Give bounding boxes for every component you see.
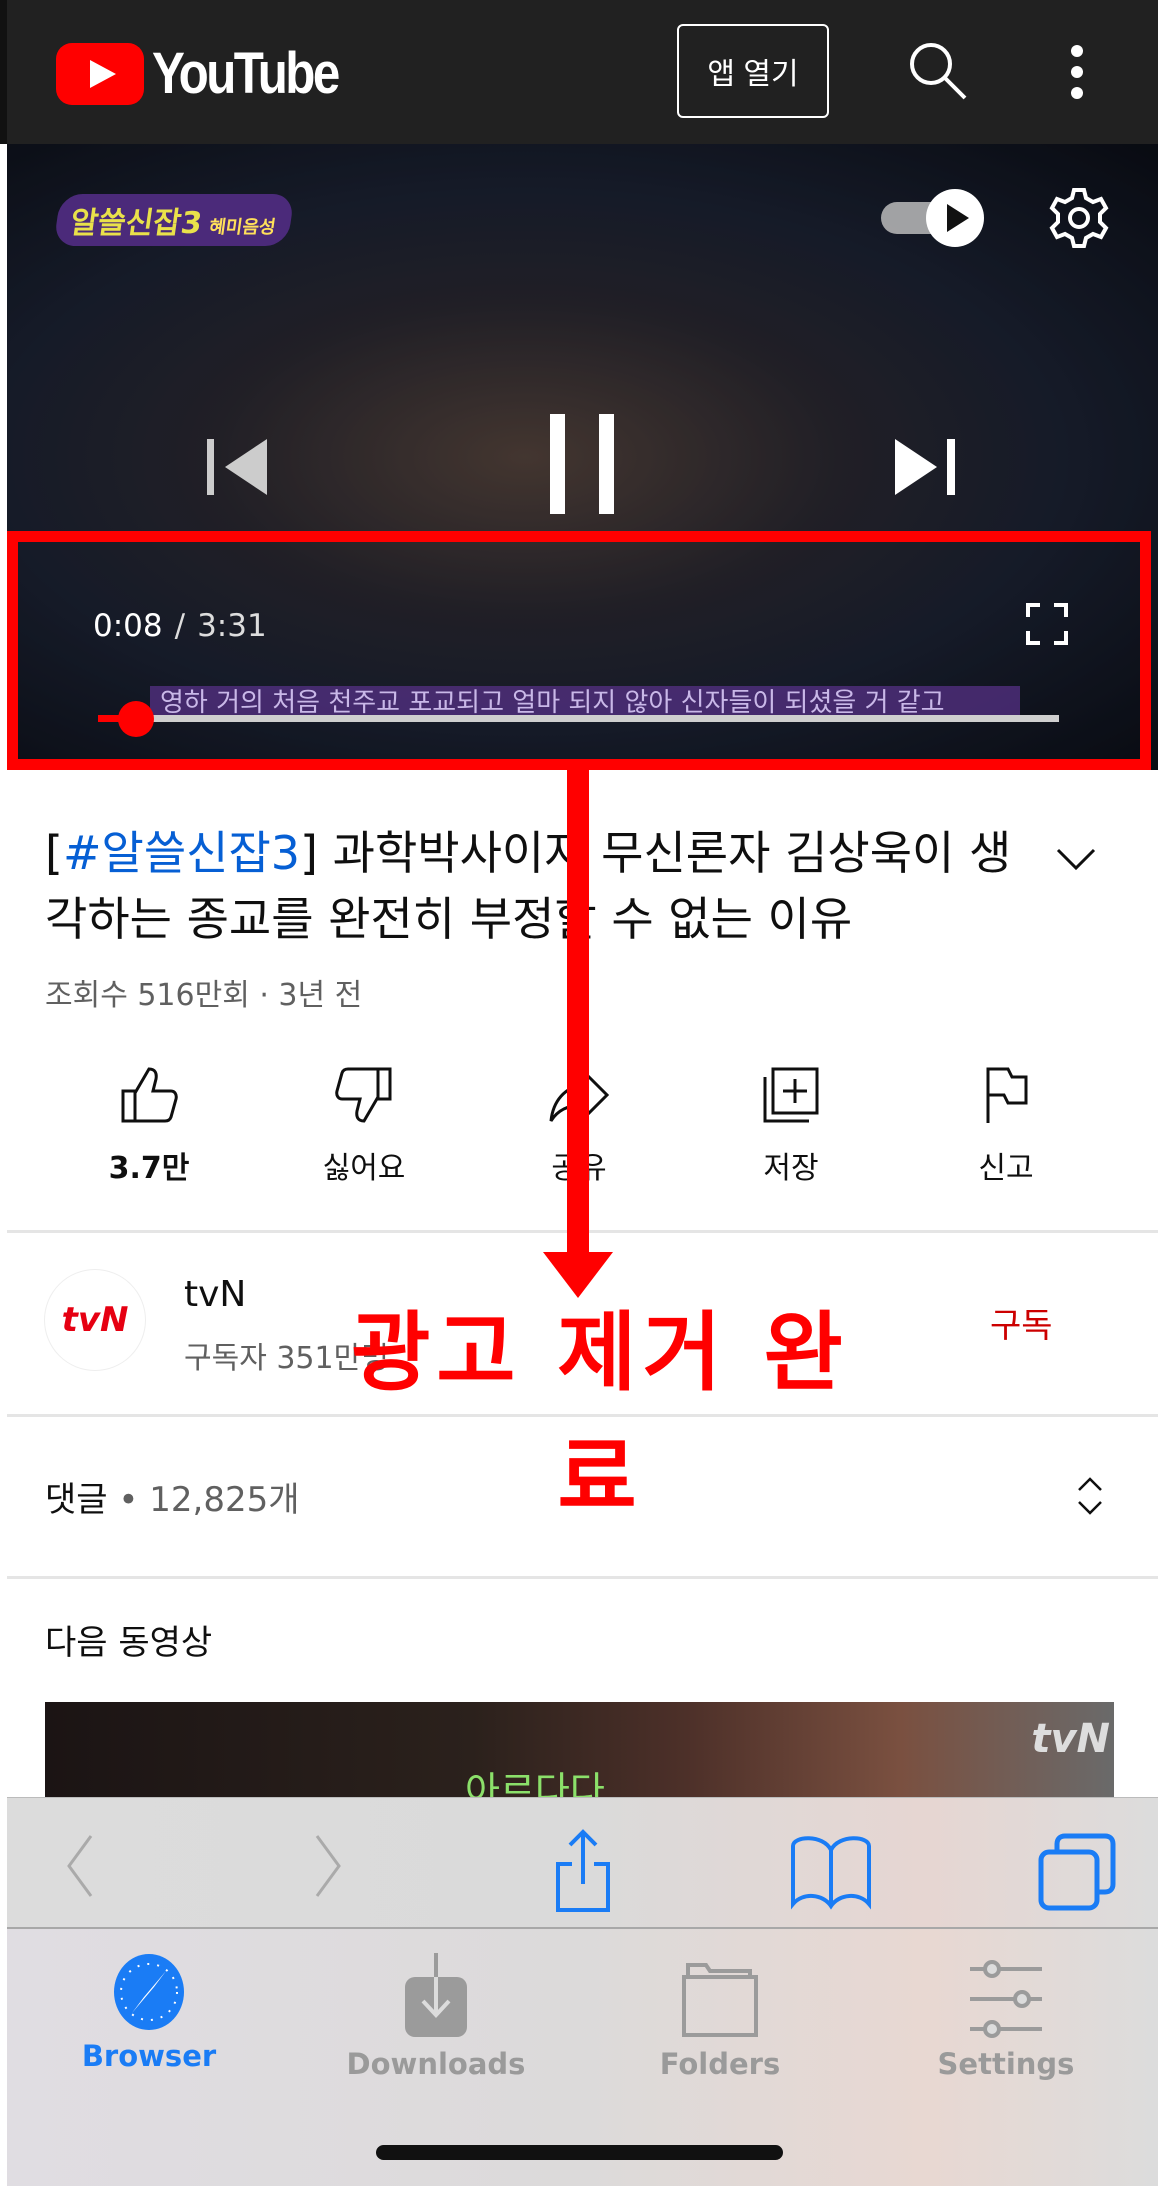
- autoplay-toggle-icon[interactable]: [877, 188, 987, 248]
- thumbnail-watermark: tvN: [1031, 1716, 1110, 1762]
- open-app-button[interactable]: 앱 열기: [677, 24, 829, 118]
- tab-label: Settings: [937, 2047, 1075, 2081]
- tab-label: Downloads: [346, 2047, 526, 2081]
- annotation-arrow-shaft: [567, 770, 589, 1260]
- youtube-play-logo-icon: [56, 42, 144, 105]
- comments-section[interactable]: 댓글 • 12,825개: [45, 1472, 300, 1521]
- channel-name[interactable]: tvN: [184, 1274, 246, 1315]
- channel-program-badge: 알쓸신잡3 혜미음성: [53, 194, 295, 246]
- tab-folders[interactable]: Folders: [620, 1953, 820, 2081]
- folder-icon: [682, 1963, 758, 2037]
- divider: [7, 1576, 1158, 1579]
- download-icon: [405, 1953, 467, 2037]
- tab-label: Browser: [81, 2039, 217, 2073]
- bookmarks-icon[interactable]: [789, 1834, 873, 1910]
- dislike-label: 싫어요: [322, 1151, 406, 1186]
- tab-settings[interactable]: Settings: [906, 1953, 1106, 2081]
- sliders-icon: [970, 1960, 1042, 2038]
- report-label: 신고: [978, 1151, 1034, 1186]
- annotation-highlight-box: [7, 531, 1151, 770]
- back-icon[interactable]: [65, 1832, 95, 1900]
- tabs-icon[interactable]: [1037, 1832, 1117, 1912]
- search-icon[interactable]: [907, 40, 969, 102]
- home-indicator: [376, 2145, 783, 2160]
- share-icon[interactable]: [552, 1828, 616, 1914]
- thumbs-up-icon: [121, 1067, 178, 1123]
- up-next-heading: 다음 동영상: [45, 1623, 213, 1663]
- badge-title: 알쓸신잡3: [68, 206, 205, 241]
- tab-downloads[interactable]: Downloads: [336, 1953, 536, 2081]
- app-tab-bar: Browser Downloads Folders Settings: [7, 1929, 1158, 2186]
- previous-icon[interactable]: [205, 437, 275, 497]
- comments-count: 12,825개: [149, 1480, 300, 1520]
- badge-sub: 혜미음성: [207, 217, 277, 238]
- comments-label: 댓글: [45, 1480, 108, 1520]
- report-button[interactable]: 신고: [916, 1065, 1096, 1187]
- more-vert-icon[interactable]: [1070, 44, 1084, 100]
- save-button[interactable]: 저장: [701, 1065, 881, 1187]
- save-playlist-icon: [763, 1067, 819, 1123]
- thumbs-down-icon: [335, 1067, 392, 1123]
- dislike-button[interactable]: 싫어요: [274, 1065, 454, 1187]
- subscribe-button[interactable]: 구독: [990, 1298, 1053, 1347]
- hashtag-link[interactable]: #알쓸신잡3: [63, 826, 300, 880]
- expand-description-chevron-icon[interactable]: [1056, 848, 1096, 872]
- next-icon[interactable]: [889, 437, 959, 497]
- pause-icon[interactable]: [542, 414, 622, 514]
- compass-icon: [114, 1954, 184, 2030]
- like-button[interactable]: 3.7만: [59, 1065, 239, 1187]
- youtube-header: YouTube 앱 열기: [0, 0, 1158, 144]
- tab-browser[interactable]: Browser: [49, 1953, 249, 2073]
- video-meta: 조회수 516만회 · 3년 전: [45, 978, 363, 1013]
- forward-icon[interactable]: [313, 1832, 343, 1900]
- youtube-logo[interactable]: YouTube: [56, 40, 370, 107]
- like-count: 3.7만: [108, 1151, 190, 1186]
- video-title[interactable]: [#알쓸신잡3] 과학박사이자 무신론자 김상욱이 생각하는 종교를 완전히 부…: [45, 820, 1045, 952]
- logo-wordmark: YouTube: [152, 41, 340, 106]
- flag-icon: [986, 1067, 1028, 1123]
- annotation-label: 광고 제거 완료: [351, 1303, 849, 1528]
- settings-gear-icon[interactable]: [1047, 186, 1111, 250]
- expand-collapse-icon[interactable]: [1076, 1475, 1104, 1517]
- save-label: 저장: [763, 1151, 819, 1186]
- tab-label: Folders: [659, 2047, 781, 2081]
- browser-toolbar: [7, 1797, 1158, 1929]
- channel-avatar[interactable]: tvN: [45, 1270, 145, 1370]
